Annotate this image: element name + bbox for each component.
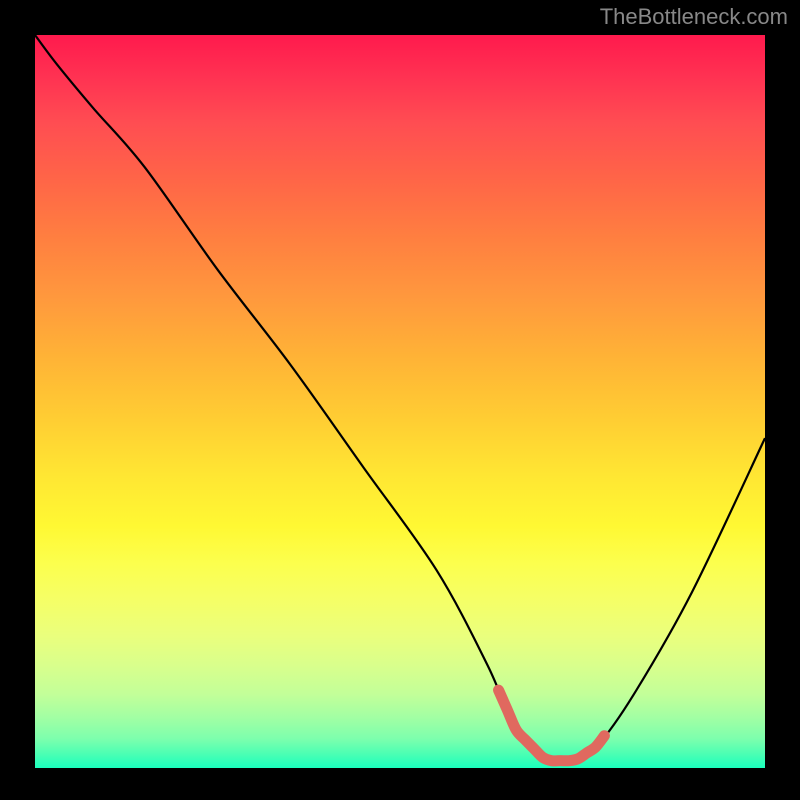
bottleneck-curve-path	[35, 35, 765, 763]
chart-plot-area	[35, 35, 765, 768]
optimal-range-highlight	[499, 690, 605, 761]
attribution-text: TheBottleneck.com	[600, 4, 788, 30]
bottleneck-curve-svg	[35, 35, 765, 768]
